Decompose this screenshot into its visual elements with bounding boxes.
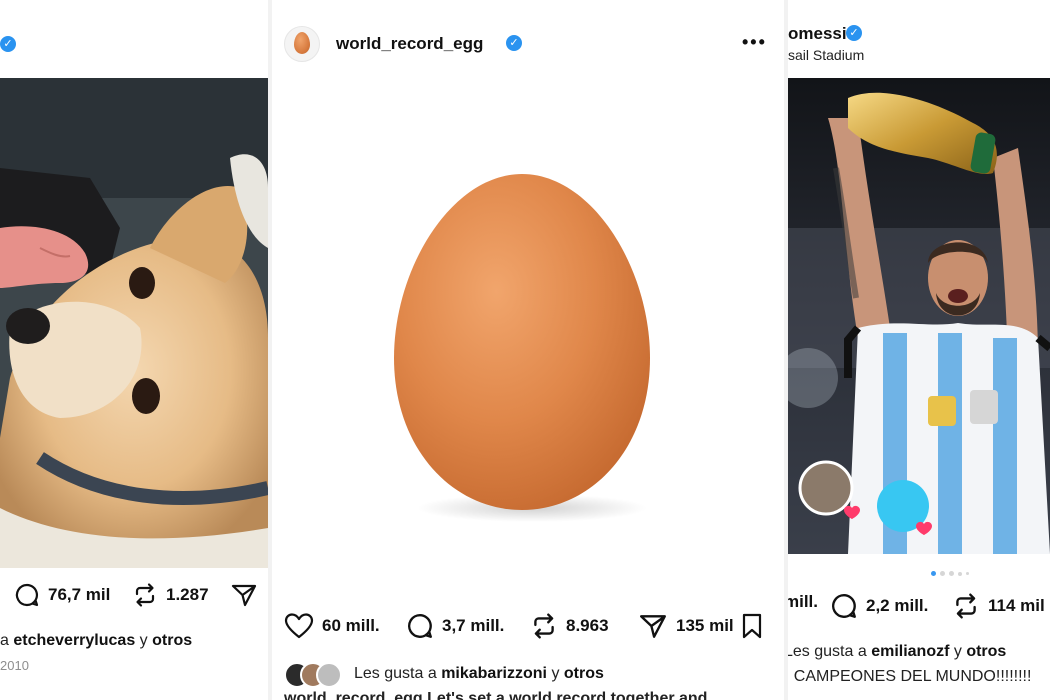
egg-photo — [394, 174, 650, 522]
comment-count: 3,7 mill. — [442, 616, 505, 635]
liker-avatar — [316, 662, 342, 688]
left-caption: a etcheverrylucas y otros — [0, 632, 192, 650]
verified-icon: ✓ — [0, 36, 16, 52]
liked-by-connector: y — [551, 665, 560, 682]
middle-post-actions: 60 mill. 3,7 mill. 8.963 135 mil — [272, 612, 784, 648]
middle-post: world_record_egg ✓ ••• 60 mill. 3,7 mill… — [272, 0, 784, 700]
left-post-date: 2010 — [0, 658, 29, 673]
others-link[interactable]: otros — [152, 632, 192, 649]
liker-username-link[interactable]: etcheverrylucas — [13, 632, 135, 649]
carousel-dot — [949, 571, 954, 576]
middle-post-photo-egg[interactable] — [272, 78, 784, 598]
liker-username-link[interactable]: emilianozf — [871, 643, 949, 660]
like-count: 60 mill. — [322, 616, 380, 635]
share-button[interactable]: 135 mil — [638, 612, 734, 640]
comment-icon — [832, 594, 856, 618]
right-comment-button[interactable]: 2,2 mill. — [830, 592, 928, 620]
comment-icon — [408, 614, 432, 638]
left-share-button[interactable] — [230, 582, 266, 608]
verified-icon: ✓ — [846, 25, 862, 41]
caption-connector: y — [139, 632, 148, 649]
right-post: omessi ✓ sail Stadium mill. 2,2 mill. 11… — [788, 0, 1050, 700]
liked-by-connector: y — [953, 643, 962, 660]
messi-trophy-photo — [788, 78, 1050, 554]
others-link[interactable]: otros — [966, 643, 1006, 660]
left-repost-count: 1.287 — [166, 585, 209, 604]
verified-icon: ✓ — [506, 35, 522, 51]
repost-count: 8.963 — [566, 616, 609, 635]
comment-icon — [15, 583, 39, 607]
middle-post-header: world_record_egg ✓ ••• — [272, 18, 784, 68]
left-comment-count: 76,7 mil — [48, 585, 111, 604]
more-options-icon[interactable]: ••• — [742, 32, 767, 53]
save-button[interactable] — [740, 612, 772, 640]
carousel-dot — [958, 572, 962, 576]
username-link[interactable]: world_record_egg — [336, 34, 483, 54]
middle-liked-by: Les gusta a mikabarizzoni y otros — [354, 665, 604, 683]
right-liked-by: Les gusta a emilianozf y otros — [788, 643, 1006, 661]
right-repost-count: 114 mil — [988, 596, 1045, 615]
repost-icon — [956, 593, 976, 619]
left-post: ✓ 76,7 mil 1.287 a etcheverrylucas y otr… — [0, 0, 268, 700]
left-comment-button[interactable]: 76,7 mil — [14, 582, 110, 608]
middle-caption-cut: world_record_egg Let's set a world recor… — [284, 690, 708, 700]
left-repost-button[interactable]: 1.287 — [132, 582, 209, 608]
heart-icon — [284, 613, 314, 639]
repost-icon — [135, 583, 155, 607]
carousel-dot — [940, 571, 945, 576]
liker-avatars — [284, 662, 344, 688]
egg-avatar-icon — [294, 32, 310, 54]
right-like-count-button[interactable]: mill. — [788, 592, 818, 612]
left-post-header: ✓ — [0, 18, 268, 68]
carousel-dot — [966, 572, 969, 575]
dog-photo — [0, 78, 268, 568]
share-icon — [640, 615, 666, 638]
carousel-dot — [931, 571, 936, 576]
right-comment-count: 2,2 mill. — [866, 596, 929, 615]
right-caption: ¡ CAMPEONES DEL MUNDO!!!!!!!! — [788, 668, 1032, 685]
liked-by-prefix: Les gusta a — [788, 643, 867, 660]
others-link[interactable]: otros — [564, 665, 604, 682]
bookmark-icon — [742, 613, 762, 639]
location-link[interactable]: sail Stadium — [788, 47, 864, 63]
liker-username-link[interactable]: mikabarizzoni — [441, 665, 547, 682]
share-icon — [231, 584, 257, 607]
username-link[interactable]: omessi — [788, 24, 847, 44]
right-repost-button[interactable]: 114 mil — [952, 592, 1045, 620]
right-like-count: mill. — [788, 592, 819, 611]
repost-icon — [534, 613, 554, 639]
like-button[interactable]: 60 mill. — [284, 612, 380, 640]
right-post-header: omessi ✓ sail Stadium — [788, 18, 1050, 68]
left-post-photo-dog[interactable] — [0, 78, 268, 568]
left-post-actions: 76,7 mil 1.287 — [0, 582, 268, 618]
comment-button[interactable]: 3,7 mill. — [406, 612, 504, 640]
right-post-actions: mill. 2,2 mill. 114 mil — [788, 592, 1050, 628]
liked-by-prefix: Les gusta a — [354, 665, 437, 682]
share-count: 135 mil — [676, 616, 734, 635]
caption-prefix: a — [0, 632, 9, 649]
repost-button[interactable]: 8.963 — [530, 612, 609, 640]
carousel-indicator — [931, 571, 969, 576]
profile-avatar[interactable] — [284, 26, 320, 62]
right-post-photo-messi[interactable] — [788, 78, 1050, 554]
